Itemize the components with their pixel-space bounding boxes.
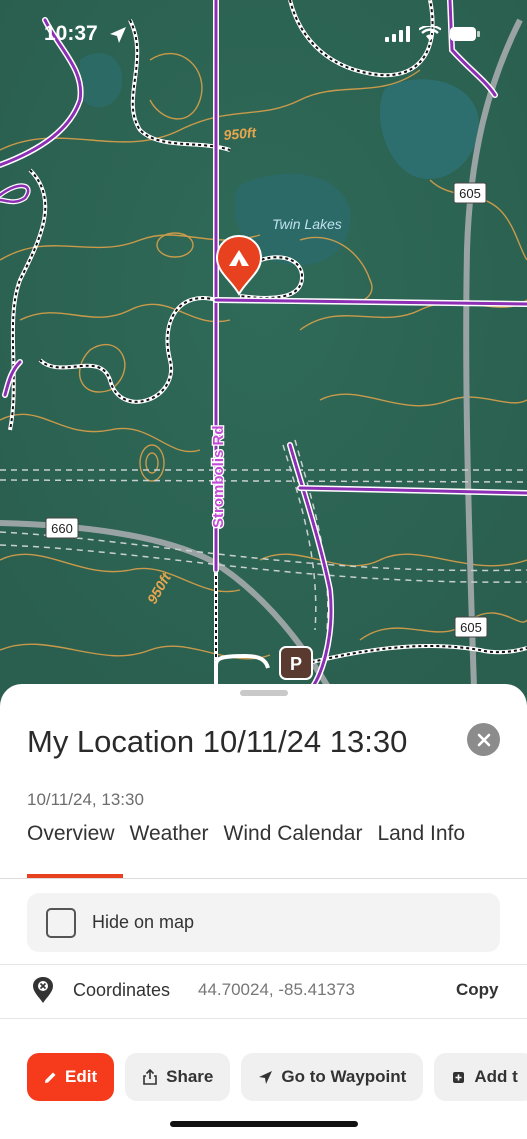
tab-bar: Overview Weather Wind Calendar Land Info [27,822,465,846]
go-to-waypoint-label: Go to Waypoint [281,1067,407,1086]
home-indicator[interactable] [170,1121,358,1127]
tab-land-info[interactable]: Land Info [377,822,465,846]
signal-icon [385,26,410,42]
tab-overview[interactable]: Overview [27,822,115,846]
hide-on-map-label: Hide on map [92,912,195,932]
divider [0,1018,527,1019]
map-view[interactable]: 950ft 950ft Twin Lakes Strombolis Rd 605… [0,0,527,720]
divider [0,964,527,965]
add-to-button[interactable]: Add t [434,1053,527,1101]
wifi-icon [419,26,441,41]
route-shield-top: 605 [453,182,487,204]
tab-divider [0,878,527,879]
close-icon [477,733,490,746]
waypoint-details-sheet: My Location 10/11/24 13:30 10/11/24, 13:… [0,684,527,1139]
battery-icon [450,27,480,41]
parking-icon[interactable]: P [279,646,313,680]
route-shield-left: 660 [45,517,79,539]
status-bar: 10:37 [0,0,527,70]
road-label: Strombolis Rd [210,425,227,528]
svg-text:605: 605 [460,620,482,635]
share-icon [143,1069,157,1085]
close-button[interactable] [467,723,500,756]
edit-button-label: Edit [65,1067,98,1086]
tab-weather[interactable]: Weather [130,822,209,846]
add-to-collection-icon [453,1071,465,1083]
waypoint-timestamp: 10/11/24, 13:30 [27,790,144,809]
sheet-grabber[interactable] [240,690,288,696]
lake-label: Twin Lakes [272,216,342,232]
svg-text:605: 605 [459,186,481,201]
go-to-waypoint-button[interactable]: Go to Waypoint [241,1053,424,1101]
coordinates-value: 44.70024, -85.41373 [198,980,355,999]
share-button-label: Share [166,1067,214,1086]
map-canvas[interactable]: 950ft 950ft Twin Lakes Strombolis Rd 605… [0,0,527,720]
edit-button[interactable]: Edit [27,1053,115,1101]
svg-text:P: P [290,654,302,674]
navigation-arrow-icon [259,1070,273,1084]
hide-on-map-row[interactable]: Hide on map [27,893,500,952]
pencil-icon [45,1072,56,1083]
coordinates-label: Coordinates [73,980,171,1000]
copy-coordinates-button[interactable]: Copy [456,980,499,1000]
status-icons [385,26,481,42]
elevation-label-top: 950ft [223,124,258,143]
share-button[interactable]: Share [125,1053,231,1101]
status-time: 10:37 [44,22,98,45]
tab-wind-calendar[interactable]: Wind Calendar [224,822,363,846]
coordinates-row: Coordinates 44.70024, -85.41373 Copy [0,974,527,1010]
location-arrow-icon [110,27,126,43]
hide-on-map-checkbox[interactable] [46,907,76,938]
route-shield-right: 605 [454,616,488,638]
action-bar: Edit Share Go to Waypoint Add t [27,1053,527,1101]
location-pin-icon [33,977,53,1003]
waypoint-title: My Location 10/11/24 13:30 [27,724,408,759]
svg-text:660: 660 [51,521,73,536]
add-to-button-label: Add t [474,1067,518,1086]
